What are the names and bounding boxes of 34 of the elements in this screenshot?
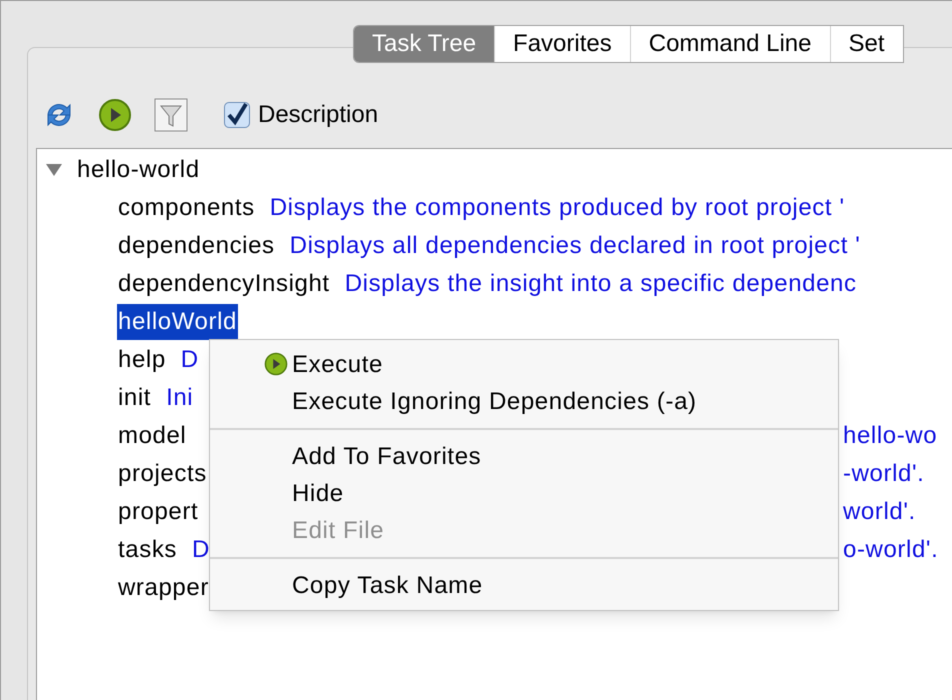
checkbox[interactable] <box>224 102 250 128</box>
task-description: D <box>180 345 199 375</box>
tab[interactable]: Task Tree <box>354 26 494 62</box>
task-description: Ini <box>166 383 194 413</box>
task-description: world'. <box>843 497 916 527</box>
menu-item[interactable]: Add To Favorites <box>210 438 838 475</box>
task-name[interactable]: dependencyInsight <box>117 266 331 302</box>
task-description: D <box>192 535 210 565</box>
task-description: o-world'. <box>843 535 938 565</box>
task-name[interactable]: dependencies <box>117 228 276 264</box>
task-name[interactable]: hello-world <box>77 152 200 188</box>
run-icon[interactable] <box>98 98 132 132</box>
task-description: Displays the insight into a specific dependenc <box>344 269 857 299</box>
task-name[interactable]: tasks <box>117 532 178 568</box>
menu-item[interactable]: Copy Task Name <box>210 567 838 604</box>
expanded-triangle-icon[interactable] <box>45 163 63 177</box>
task-name[interactable]: helloWorld <box>117 304 238 340</box>
task-description: Displays the components produced by root project ' <box>270 193 845 223</box>
task-name[interactable]: projects <box>117 456 208 492</box>
task-name[interactable]: components <box>117 190 256 226</box>
task-name[interactable]: model <box>117 418 188 454</box>
menu-item[interactable]: Execute Ignoring Dependencies (-a) <box>210 383 838 420</box>
task-name[interactable]: init <box>117 380 152 416</box>
checkbox-label: Description <box>258 100 378 130</box>
task-description: hello-wo <box>843 421 938 451</box>
run-icon <box>264 352 288 376</box>
filter-icon[interactable] <box>154 98 188 132</box>
task-description: Displays all dependencies declared in root project ' <box>290 231 860 261</box>
task-name[interactable]: propert <box>117 494 200 530</box>
menu-item[interactable]: Execute <box>210 346 838 383</box>
task-name[interactable]: wrapper <box>117 570 210 606</box>
task-description: -world'. <box>843 459 924 489</box>
task-name[interactable]: help <box>117 342 167 378</box>
menu-item[interactable]: Hide <box>210 475 838 512</box>
